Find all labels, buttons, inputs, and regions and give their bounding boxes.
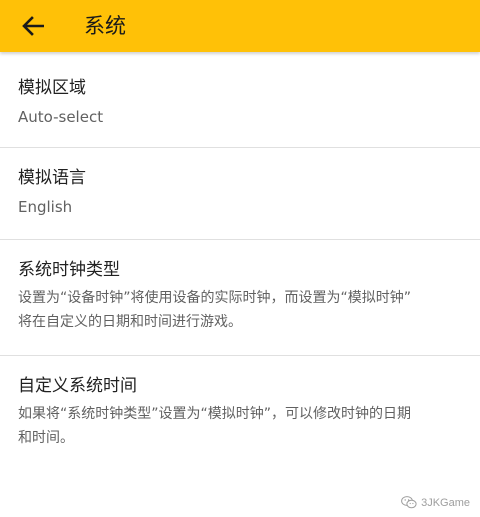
setting-description: 如果将“系统时钟类型”设置为“模拟时钟”，可以修改时钟的日期 和时间。: [18, 402, 462, 450]
setting-emulated-language[interactable]: 模拟语言 English: [0, 148, 480, 240]
settings-list: 模拟区域 Auto-select 模拟语言 English 系统时钟类型 设置为…: [0, 52, 480, 486]
description-line: 如果将“系统时钟类型”设置为“模拟时钟”，可以修改时钟的日期: [18, 406, 412, 422]
setting-value: English: [18, 198, 73, 216]
setting-title: 模拟区域: [18, 78, 86, 98]
watermark: 3JKGame: [401, 496, 470, 509]
description-line: 将在自定义的日期和时间进行游戏。: [18, 314, 242, 330]
setting-value: Auto-select: [18, 108, 104, 126]
page-title: 系统: [84, 14, 126, 38]
setting-title: 自定义系统时间: [18, 376, 137, 396]
arrow-left-icon: [22, 16, 44, 36]
wechat-icon: [401, 496, 417, 509]
setting-description: 设置为“设备时钟”将使用设备的实际时钟，而设置为“模拟时钟” 将在自定义的日期和…: [18, 286, 462, 334]
setting-emulated-region[interactable]: 模拟区域 Auto-select: [0, 52, 480, 148]
setting-custom-system-time[interactable]: 自定义系统时间 如果将“系统时钟类型”设置为“模拟时钟”，可以修改时钟的日期 和…: [0, 356, 480, 486]
setting-title: 系统时钟类型: [18, 260, 120, 280]
setting-title: 模拟语言: [18, 168, 86, 188]
description-line: 和时间。: [18, 430, 74, 446]
setting-system-clock-type[interactable]: 系统时钟类型 设置为“设备时钟”将使用设备的实际时钟，而设置为“模拟时钟” 将在…: [0, 240, 480, 356]
app-bar: 系统: [0, 0, 480, 52]
watermark-text: 3JKGame: [421, 496, 470, 509]
back-button[interactable]: [14, 8, 52, 44]
description-line: 设置为“设备时钟”将使用设备的实际时钟，而设置为“模拟时钟”: [18, 290, 412, 306]
